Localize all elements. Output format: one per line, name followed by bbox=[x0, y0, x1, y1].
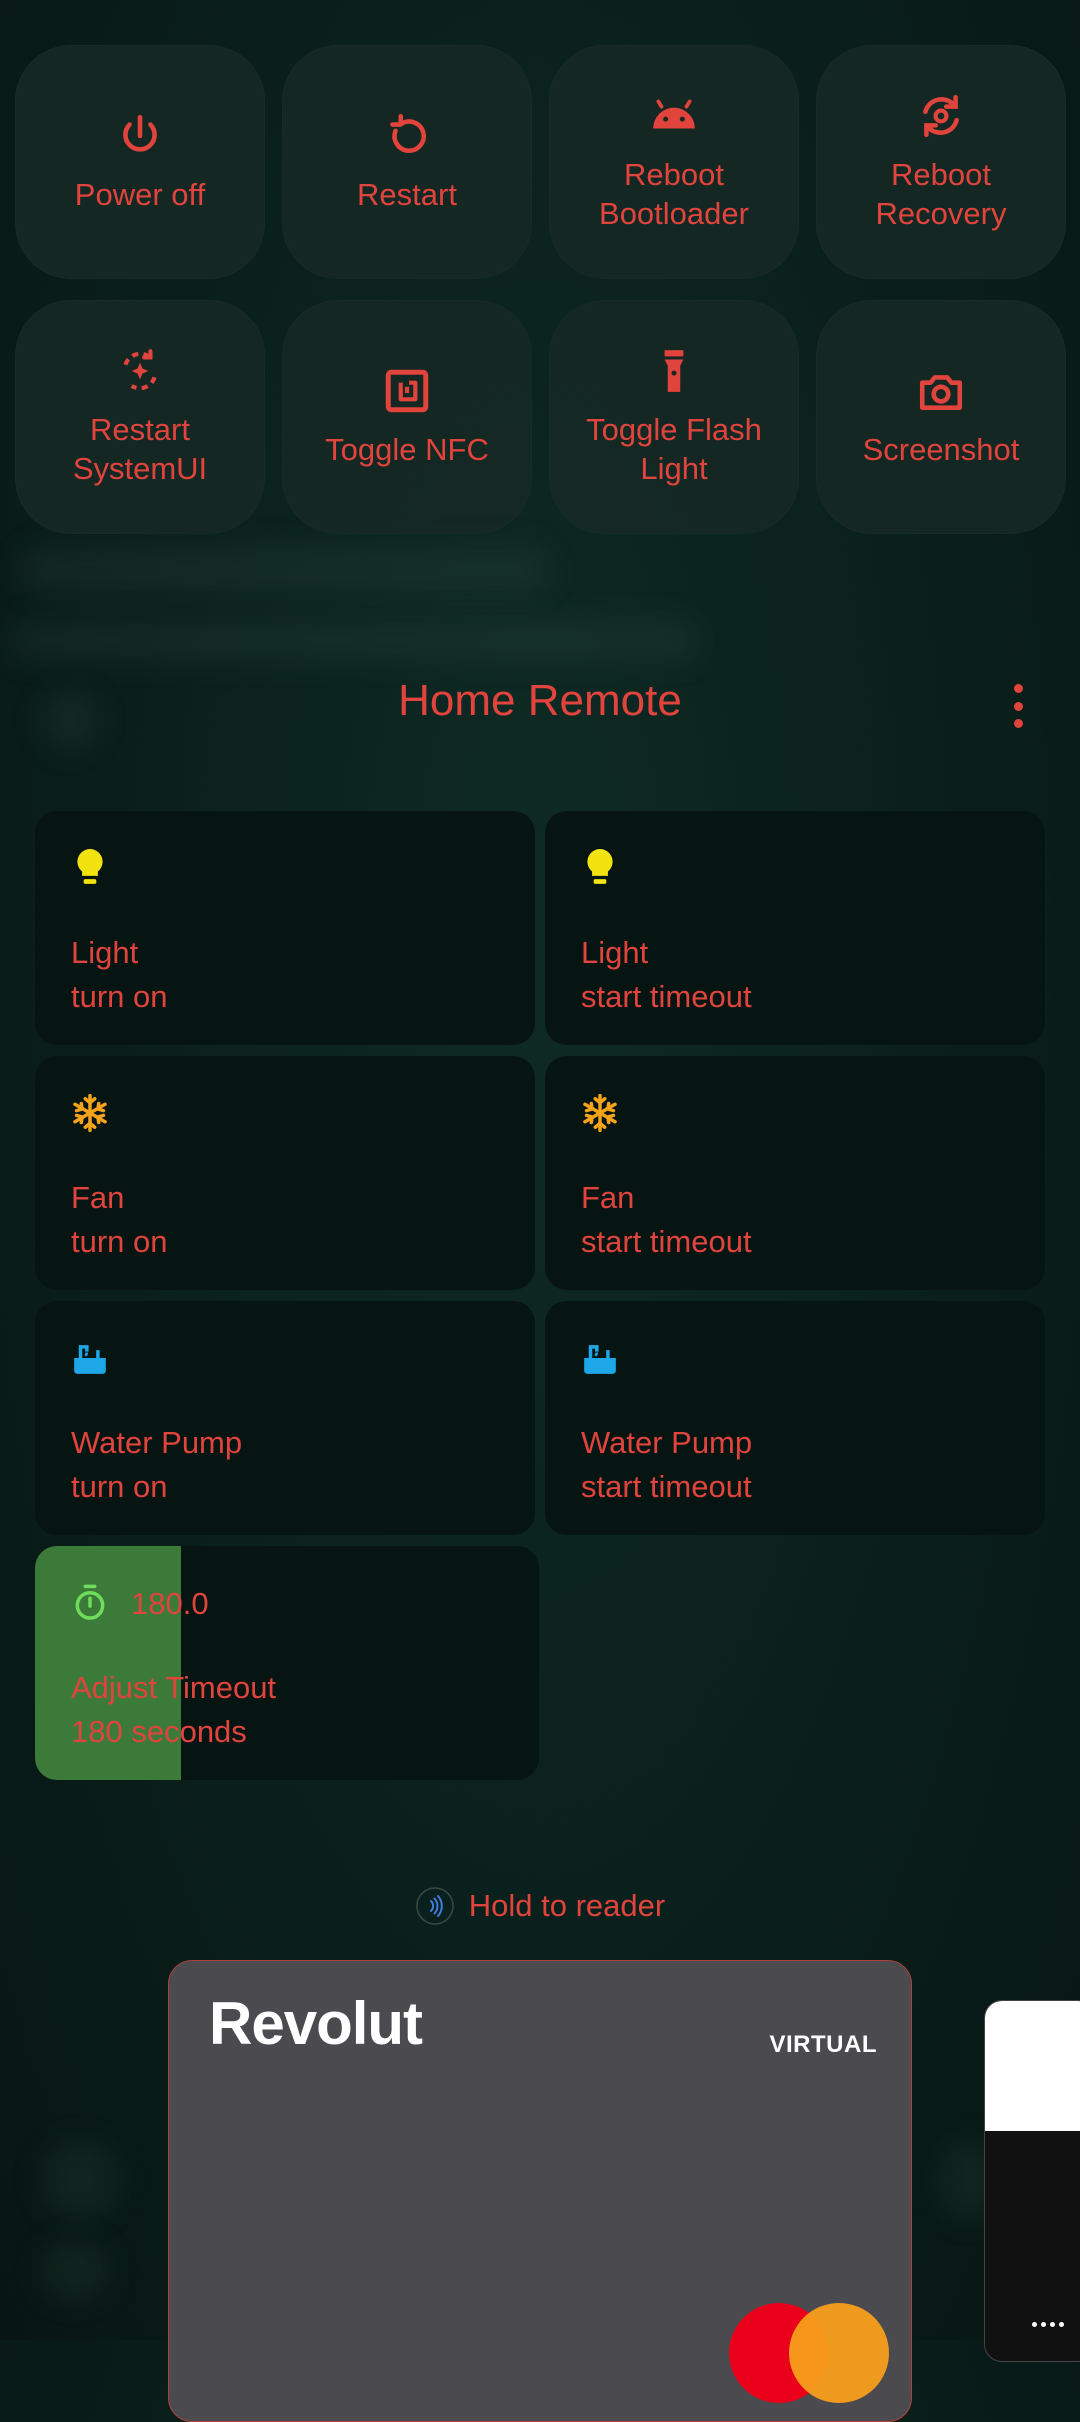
water-pump-icon bbox=[584, 1345, 616, 1374]
control-light-turn-on[interactable]: Light turn on bbox=[35, 811, 535, 1045]
reboot-bootloader-label: Reboot Bootloader bbox=[599, 157, 749, 231]
snowflake-icon bbox=[583, 1093, 617, 1133]
control-subtitle: start timeout bbox=[581, 979, 752, 1014]
control-light-start-timeout[interactable]: Light start timeout bbox=[545, 811, 1045, 1045]
recovery-icon bbox=[923, 94, 959, 138]
restart-systemui-button[interactable]: Restart SystemUI bbox=[15, 300, 265, 534]
control-water-pump-start-timeout[interactable]: Water Pump start timeout bbox=[545, 1301, 1045, 1535]
nfc-icon bbox=[385, 369, 429, 412]
card-brand: Revolut bbox=[209, 1990, 423, 2057]
screenshot-label: Screenshot bbox=[862, 431, 1020, 467]
next-payment-card[interactable] bbox=[984, 2000, 1080, 2362]
toggle-flashlight-label: Toggle Flash Light bbox=[586, 412, 762, 486]
control-fan-start-timeout[interactable]: Fan start timeout bbox=[545, 1056, 1045, 1290]
reboot-recovery-button[interactable]: Reboot Recovery bbox=[816, 45, 1066, 279]
control-title: Light bbox=[71, 935, 139, 970]
flashlight-icon bbox=[664, 350, 684, 392]
lightbulb-icon bbox=[77, 849, 103, 884]
control-subtitle: turn on bbox=[71, 979, 168, 1014]
camera-icon bbox=[919, 374, 963, 410]
lightbulb-icon bbox=[587, 849, 613, 884]
more-options-icon[interactable] bbox=[1004, 684, 1032, 728]
control-subtitle: turn on bbox=[71, 1469, 168, 1504]
control-water-pump-turn-on[interactable]: Water Pump turn on bbox=[35, 1301, 535, 1535]
control-title: Light bbox=[581, 935, 649, 970]
hold-to-reader-hint: Hold to reader bbox=[0, 1886, 1080, 1926]
control-subtitle: start timeout bbox=[581, 1224, 752, 1259]
timer-icon bbox=[75, 1584, 105, 1620]
control-title: Fan bbox=[71, 1180, 125, 1215]
reboot-bootloader-button[interactable]: Reboot Bootloader bbox=[549, 45, 799, 279]
water-pump-icon bbox=[74, 1345, 106, 1374]
timeout-title: Adjust Timeout bbox=[71, 1670, 277, 1705]
snowflake-icon bbox=[73, 1093, 107, 1133]
toggle-flashlight-button[interactable]: Toggle Flash Light bbox=[549, 300, 799, 534]
control-title: Fan bbox=[581, 1180, 635, 1215]
contactless-icon bbox=[416, 1887, 454, 1925]
home-remote-title: Home Remote bbox=[398, 676, 682, 725]
timeout-subtitle: 180 seconds bbox=[71, 1714, 247, 1749]
power-off-label: Power off bbox=[74, 176, 206, 212]
toggle-nfc-label: Toggle NFC bbox=[325, 431, 489, 467]
control-title: Water Pump bbox=[71, 1425, 243, 1460]
power-icon bbox=[123, 114, 157, 152]
adjust-timeout-slider[interactable]: 180.0 Adjust Timeout 180 seconds bbox=[35, 1546, 539, 1780]
toggle-nfc-button[interactable]: Toggle NFC bbox=[282, 300, 532, 534]
timeout-value: 180.0 bbox=[131, 1586, 209, 1621]
card-type-tag: VIRTUAL bbox=[769, 2031, 877, 2058]
control-fan-turn-on[interactable]: Fan turn on bbox=[35, 1056, 535, 1290]
restart-systemui-label: Restart SystemUI bbox=[72, 412, 208, 486]
power-off-button[interactable]: Power off bbox=[15, 45, 265, 279]
android-icon bbox=[653, 99, 695, 129]
restart-button[interactable]: Restart bbox=[282, 45, 532, 279]
mastercard-logo-right bbox=[789, 2303, 889, 2403]
reboot-recovery-label: Reboot Recovery bbox=[875, 157, 1007, 231]
card-number-dots bbox=[1032, 2322, 1064, 2327]
restart-label: Restart bbox=[357, 176, 457, 212]
restart-icon bbox=[390, 113, 426, 153]
screenshot-button[interactable]: Screenshot bbox=[816, 300, 1066, 534]
control-title: Water Pump bbox=[581, 1425, 753, 1460]
hold-to-reader-label: Hold to reader bbox=[468, 1888, 666, 1923]
payment-card[interactable]: Revolut VIRTUAL bbox=[168, 1960, 912, 2422]
control-subtitle: start timeout bbox=[581, 1469, 752, 1504]
control-subtitle: turn on bbox=[71, 1224, 168, 1259]
systemui-restart-icon bbox=[123, 349, 157, 391]
